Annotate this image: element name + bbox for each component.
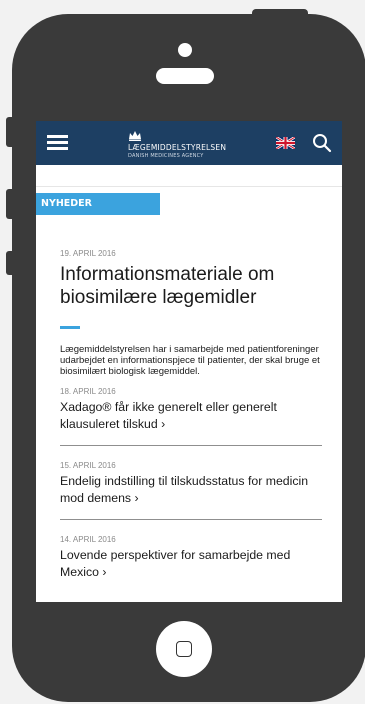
news-item[interactable]: 15. APRIL 2016 Endelig indstilling til t… — [60, 461, 322, 507]
news-title-link[interactable]: Lovende perspektiver for samarbejde med … — [60, 547, 322, 581]
news-date: 14. APRIL 2016 — [60, 535, 116, 544]
phone-speaker — [156, 68, 214, 84]
featured-title[interactable]: Informationsmateriale om biosimilære læg… — [60, 263, 322, 309]
accent-divider — [60, 326, 80, 329]
site-header: LÆGEMIDDELSTYRELSEN DANISH MEDICINES AGE… — [36, 121, 342, 165]
news-item[interactable]: 18. APRIL 2016 Xadago® får ikke generelt… — [60, 387, 322, 433]
featured-text: Lægemiddelstyrelsen har i samarbejde med… — [60, 344, 320, 377]
news-title-link[interactable]: Xadago® får ikke generelt eller generelt… — [60, 399, 322, 433]
news-date: 18. APRIL 2016 — [60, 387, 116, 396]
home-button[interactable] — [156, 621, 212, 677]
news-list: 19. APRIL 2016 Informationsmateriale om … — [60, 249, 322, 581]
featured-date: 19. APRIL 2016 — [60, 249, 116, 258]
hamburger-icon[interactable] — [47, 135, 68, 151]
home-square-icon — [176, 641, 192, 657]
phone-screen: LÆGEMIDDELSTYRELSEN DANISH MEDICINES AGE… — [36, 121, 342, 602]
crown-icon — [129, 131, 141, 141]
phone-camera — [178, 43, 192, 57]
news-divider — [60, 519, 322, 520]
news-item[interactable]: 14. APRIL 2016 Lovende perspektiver for … — [60, 535, 322, 581]
section-label: NYHEDER — [36, 193, 160, 215]
logo-main-text: LÆGEMIDDELSTYRELSEN — [128, 143, 227, 152]
logo-sub-text: DANISH MEDICINES AGENCY — [128, 153, 204, 159]
news-date: 15. APRIL 2016 — [60, 461, 116, 470]
news-divider — [60, 445, 322, 446]
news-title-link[interactable]: Endelig indstilling til tilskudsstatus f… — [60, 473, 322, 507]
site-logo[interactable]: LÆGEMIDDELSTYRELSEN DANISH MEDICINES AGE… — [128, 127, 240, 163]
search-icon[interactable] — [312, 133, 332, 153]
uk-flag-icon[interactable] — [276, 137, 295, 149]
header-spacer — [36, 165, 342, 187]
